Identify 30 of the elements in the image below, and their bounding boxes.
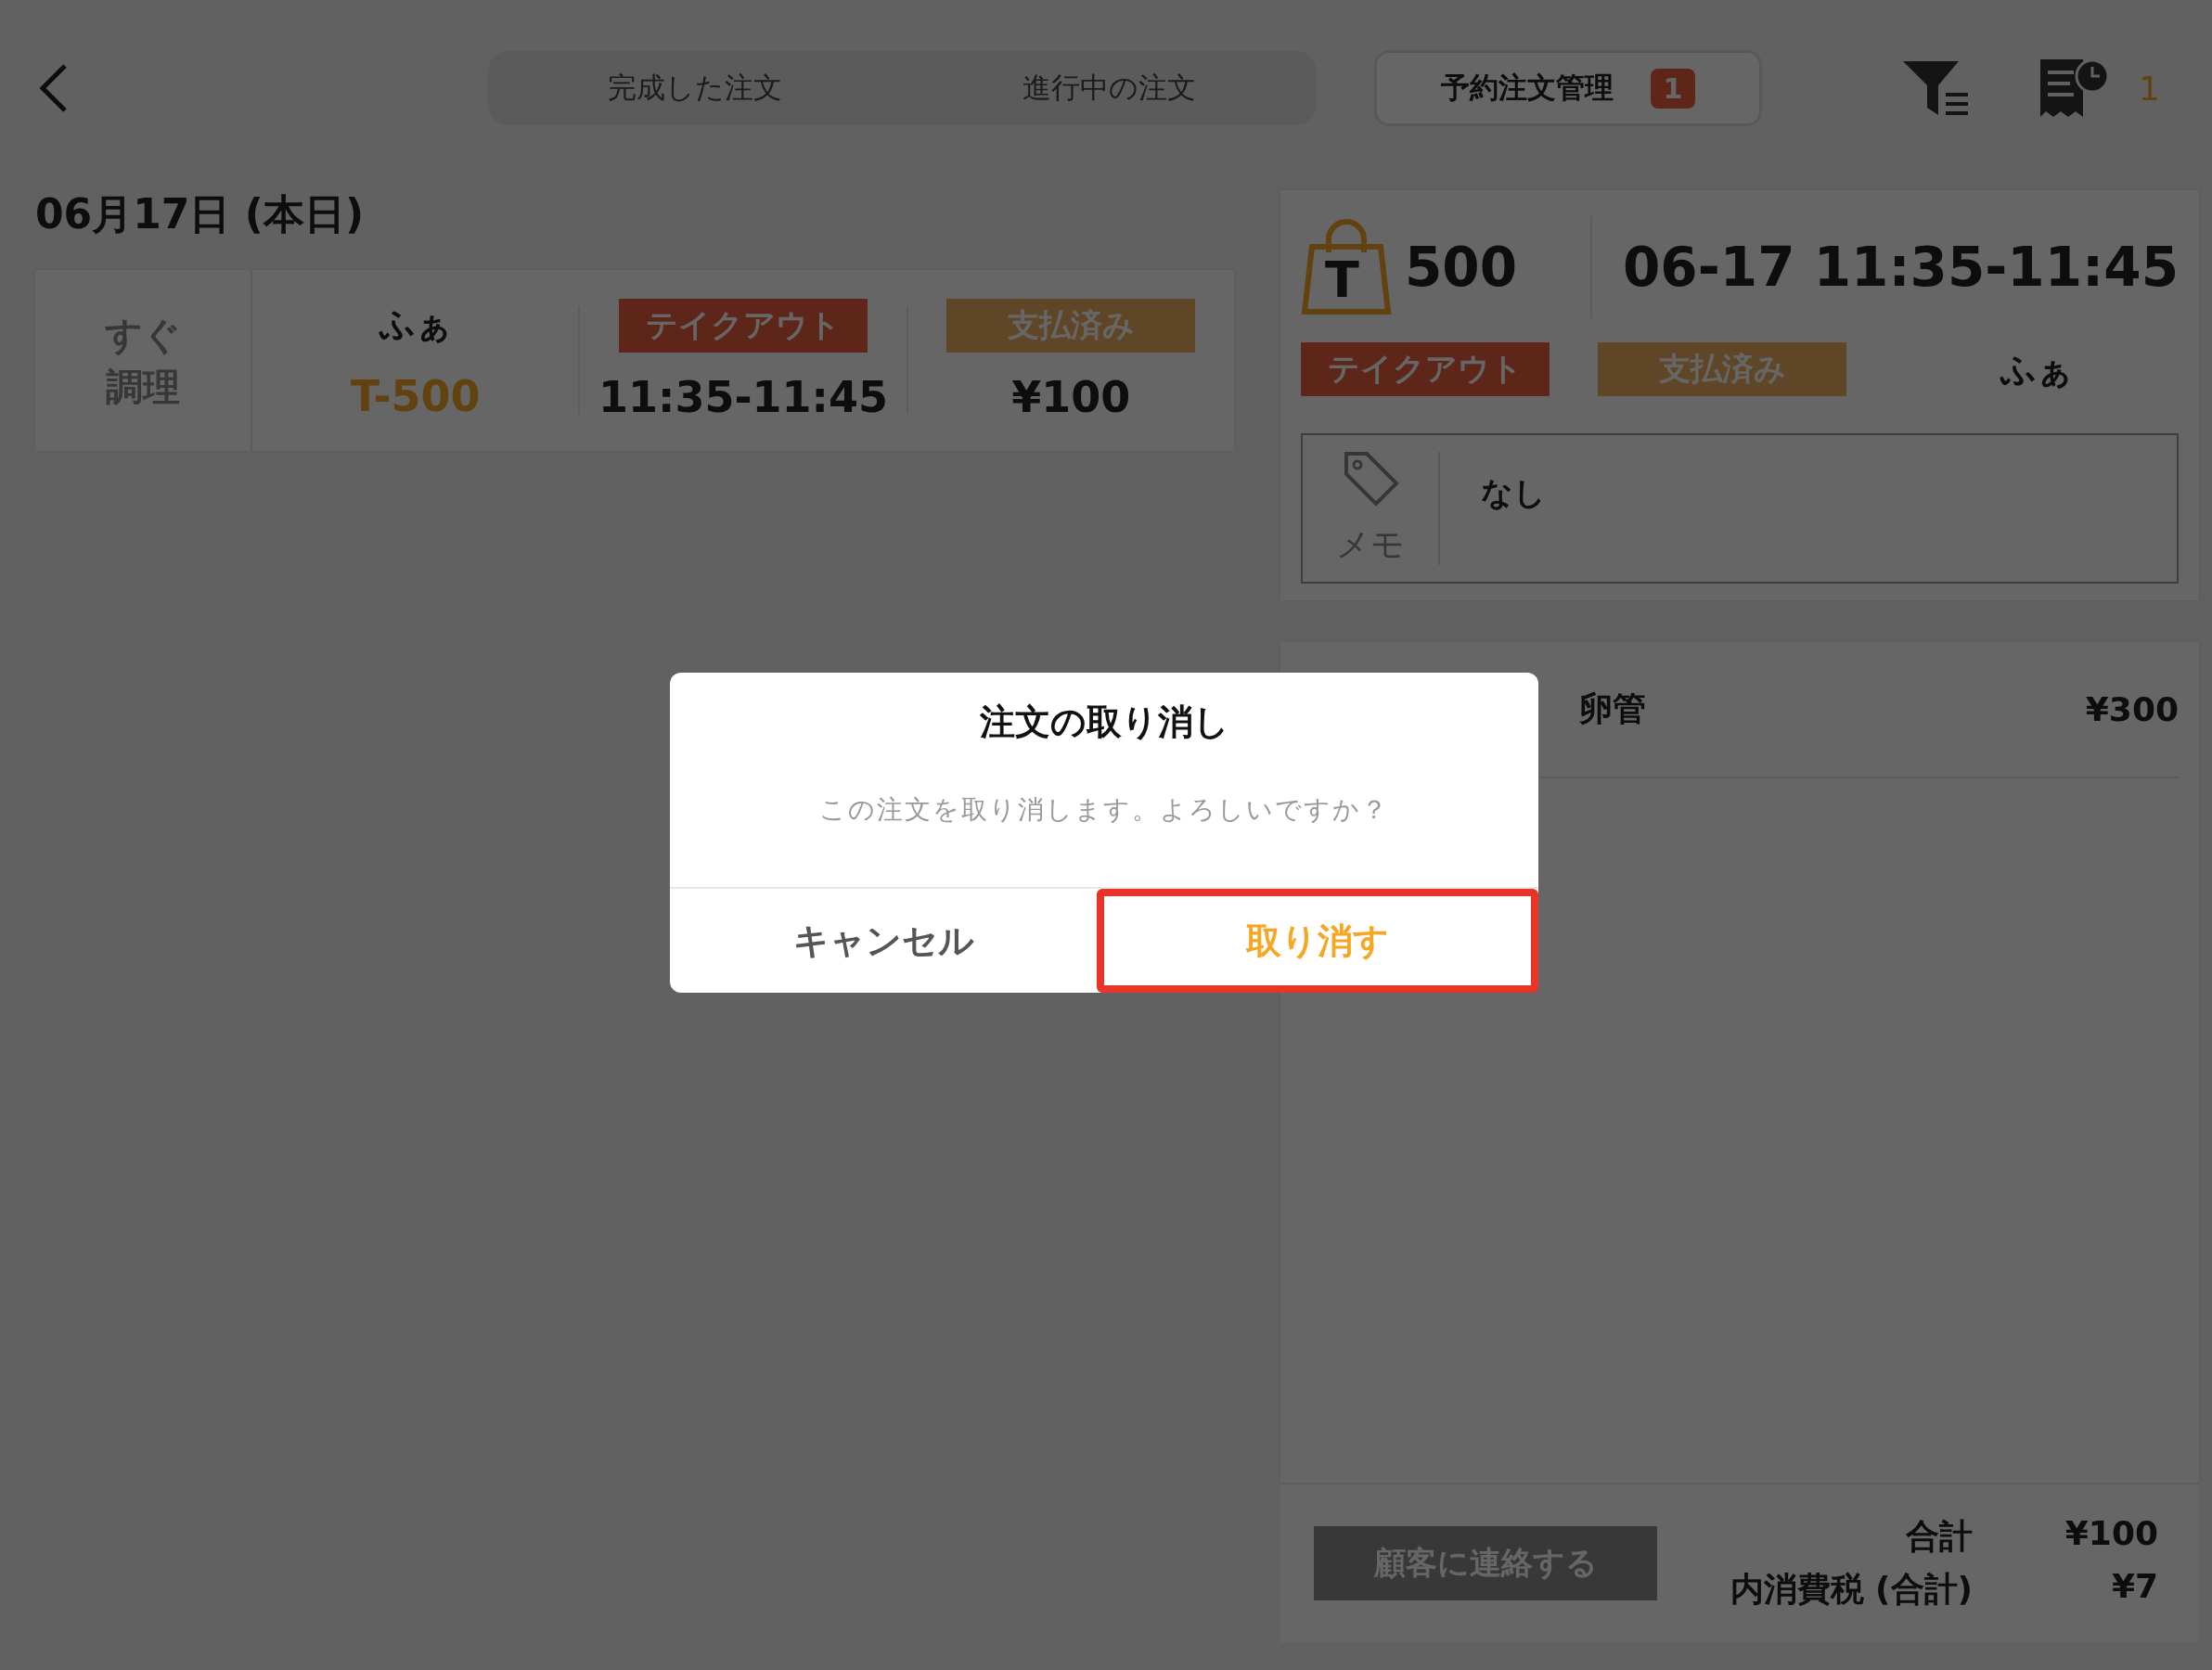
pickup-time: 06-17 11:35-11:45 [1622, 236, 2179, 299]
total-value: ¥7 [2110, 1567, 2158, 1607]
order-type-tag: 支払済み [946, 298, 1196, 353]
order-tab[interactable]: 進行中の注文 [907, 57, 1311, 120]
dialog-message: この注文を取り消します。よろしいですか？ [818, 793, 1390, 827]
order-amount: ¥100 [1011, 372, 1131, 423]
item-price: ¥300 [2085, 690, 2179, 728]
shopping-bag-icon [1301, 219, 1392, 315]
order-type-tag: 支払済み [1598, 342, 1846, 396]
customer-name: ふぁ [379, 302, 452, 346]
total-label: 合計 [1905, 1516, 1973, 1557]
memo-text: なし [1480, 473, 1546, 513]
count-badge: 1 [1650, 68, 1696, 109]
cancel-button[interactable]: キャンセル [670, 889, 1097, 993]
dialog-title: 注文の取り消し [978, 700, 1230, 744]
order-tab[interactable]: 完成した注文 [494, 57, 897, 120]
reservation-tab[interactable]: 予約注文管理 1 [1374, 50, 1762, 126]
confirm-button[interactable]: 取り消す [1097, 889, 1538, 993]
total-label: 内消費税 (合計) [1730, 1569, 1973, 1610]
date-heading: 06月17日 (本日) [35, 189, 365, 239]
customer-name: ふぁ [1999, 347, 2074, 392]
order-type-tag: テイクアウト [1301, 342, 1550, 396]
pickup-time: 11:35-11:45 [598, 372, 888, 423]
total-value: ¥100 [2064, 1514, 2158, 1554]
order-type-tag: テイクアウト [619, 298, 868, 353]
order-number: T-500 [350, 370, 481, 421]
item-name: 卵管 [1579, 688, 1646, 729]
order-number: 500 [1405, 236, 1519, 299]
order-type-letter: T [1325, 250, 1359, 309]
pending-count: 1 [2139, 69, 2160, 108]
